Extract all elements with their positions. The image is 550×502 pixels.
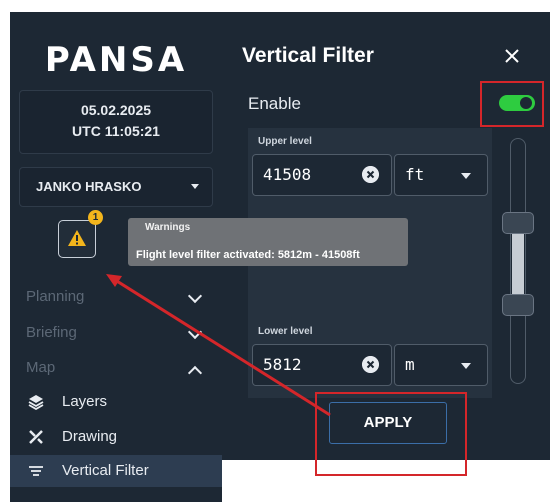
annotation-arrow <box>106 274 331 417</box>
